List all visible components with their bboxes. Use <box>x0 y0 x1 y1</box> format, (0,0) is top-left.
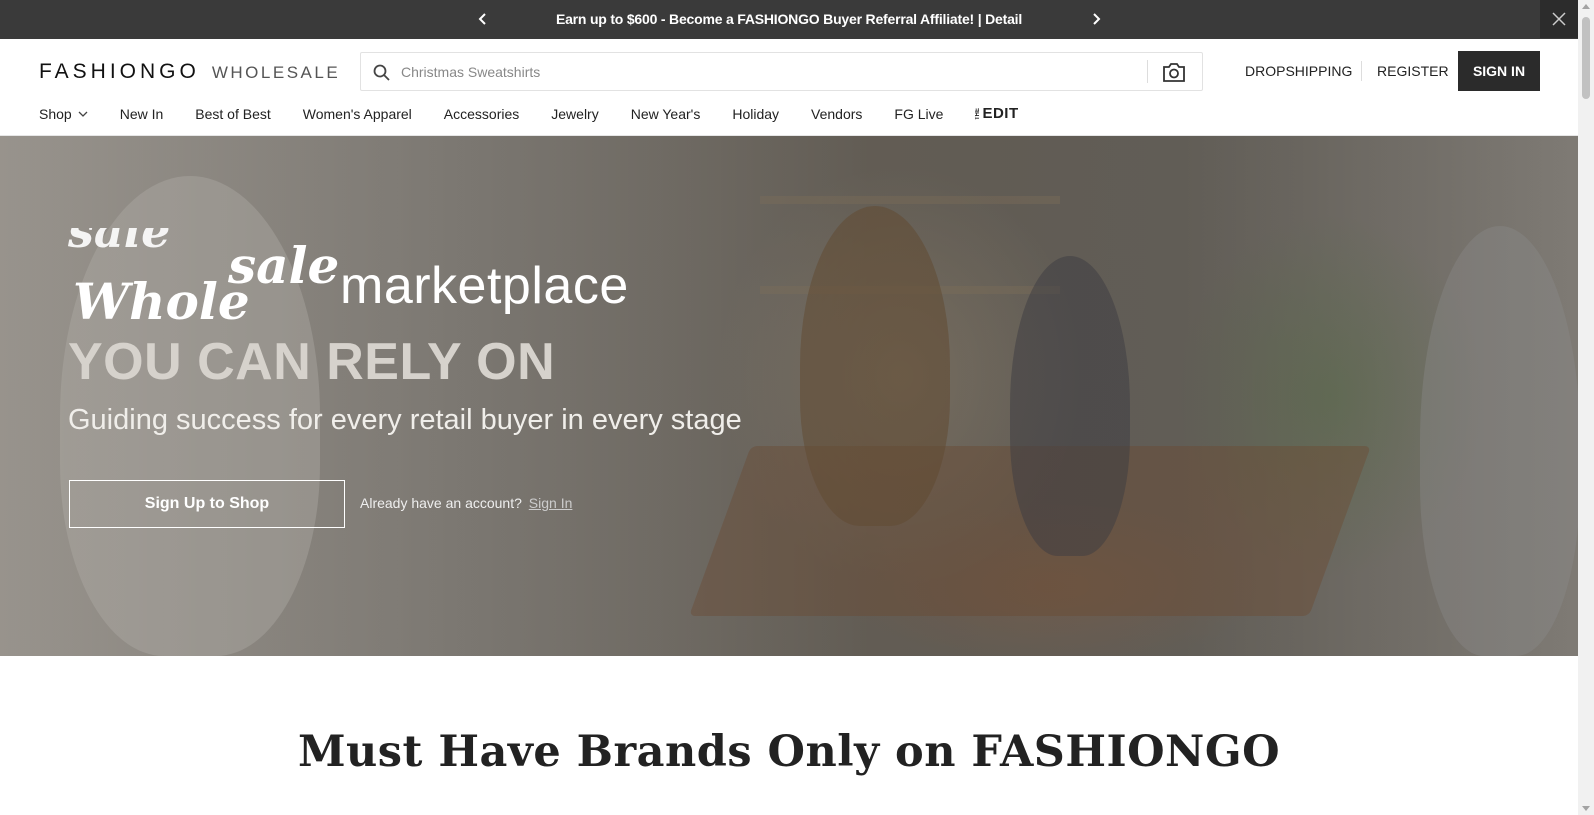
sign-up-button[interactable]: Sign Up to Shop <box>69 480 345 528</box>
chevron-down-icon <box>78 111 88 117</box>
nav-item-new-in[interactable]: New In <box>120 106 164 122</box>
the-edit-label: EDIT <box>982 105 1019 122</box>
section-title: Must Have Brands Only on FASHIONGO <box>297 727 1281 777</box>
the-edit-prefix: THE <box>975 107 982 120</box>
scrollbar[interactable] <box>1578 0 1594 815</box>
scroll-thumb[interactable] <box>1582 17 1590 99</box>
dropshipping-link[interactable]: DROPSHIPPING <box>1245 63 1352 79</box>
hero-account-prompt: Already have an account? Sign In <box>360 495 572 511</box>
nav-item-shop[interactable]: Shop <box>39 106 88 122</box>
hero-banner: sale sale Whole marketplace YOU CAN RELY… <box>0 136 1578 656</box>
nav-item-accessories[interactable]: Accessories <box>444 106 519 122</box>
main-nav: Shop New In Best of Best Women's Apparel… <box>39 105 1051 122</box>
hero-title: YOU CAN RELY ON <box>68 333 556 391</box>
close-icon <box>1552 12 1566 26</box>
logo-sub: WHOLESALE <box>211 63 341 82</box>
hero-script-logo: sale sale Whole <box>68 228 338 324</box>
nav-item-jewelry[interactable]: Jewelry <box>551 106 598 122</box>
nav-item-holiday[interactable]: Holiday <box>732 106 779 122</box>
site-header: FASHIONGO WHOLESALE DROPSHIPPING REGISTE… <box>0 39 1578 136</box>
search-divider <box>1147 60 1148 83</box>
search-bar <box>360 52 1203 91</box>
close-button[interactable] <box>1540 0 1578 38</box>
hero-marketplace: marketplace <box>340 257 629 315</box>
logo[interactable]: FASHIONGO WHOLESALE <box>39 60 340 84</box>
hero-subtitle: Guiding success for every retail buyer i… <box>68 404 742 436</box>
header-divider <box>1361 61 1362 81</box>
nav-item-womens-apparel[interactable]: Women's Apparel <box>303 106 412 122</box>
logo-main: FASHIONGO <box>39 60 200 83</box>
hero-overlay <box>0 136 1578 656</box>
register-link[interactable]: REGISTER <box>1377 63 1449 79</box>
hero-script-word: Whole <box>73 272 250 324</box>
nav-item-the-edit[interactable]: THE EDIT <box>975 105 1018 122</box>
nav-item-best-of-best[interactable]: Best of Best <box>195 106 270 122</box>
promo-bar: Earn up to $600 - Become a FASHIONGO Buy… <box>0 0 1578 39</box>
search-icon[interactable] <box>373 64 390 81</box>
hero-sign-in-link[interactable]: Sign In <box>529 495 573 511</box>
sign-in-button[interactable]: SIGN IN <box>1458 51 1540 91</box>
search-input[interactable] <box>401 53 1141 90</box>
nav-item-vendors[interactable]: Vendors <box>811 106 862 122</box>
chevron-right-icon[interactable] <box>1088 11 1104 27</box>
scroll-down-icon[interactable] <box>1582 806 1590 811</box>
promo-text[interactable]: Earn up to $600 - Become a FASHIONGO Buy… <box>0 11 1578 27</box>
nav-item-fg-live[interactable]: FG Live <box>894 106 943 122</box>
nav-item-label: Shop <box>39 105 72 122</box>
scroll-up-icon[interactable] <box>1582 4 1590 9</box>
hero-script-word: sale <box>68 228 171 258</box>
account-text: Already have an account? <box>360 495 522 511</box>
nav-item-new-years[interactable]: New Year's <box>631 106 701 122</box>
camera-icon[interactable] <box>1162 61 1186 83</box>
